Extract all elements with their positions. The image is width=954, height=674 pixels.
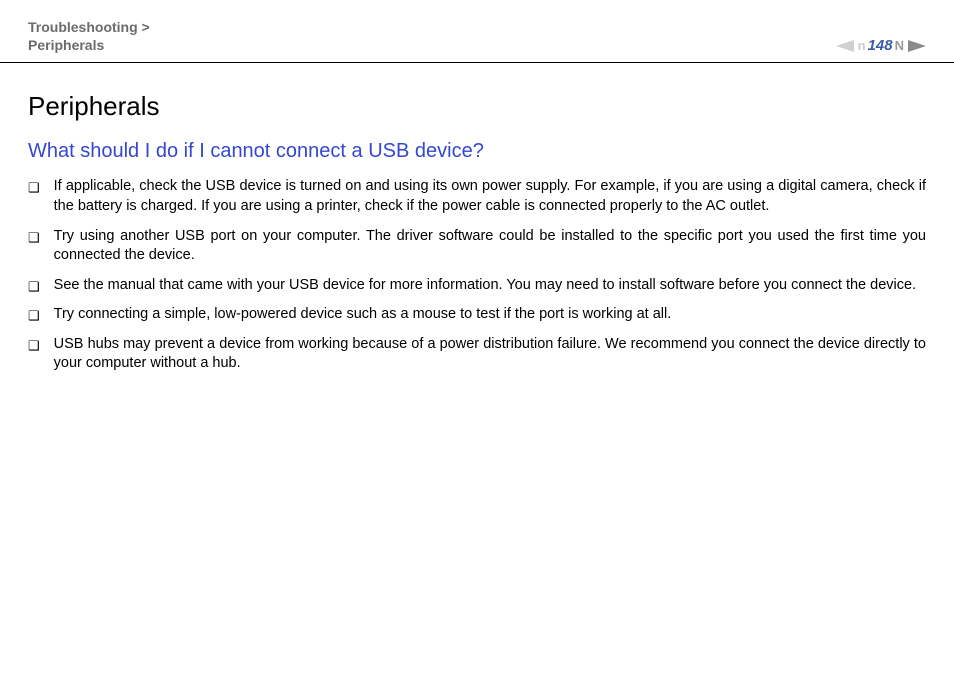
- next-page-n-label: N: [895, 38, 904, 53]
- bullet-text: USB hubs may prevent a device from worki…: [54, 335, 926, 374]
- prev-page-n-label: n: [858, 38, 866, 53]
- bullet-marker-icon: ❑: [28, 337, 40, 355]
- bullet-text: Try connecting a simple, low-powered dev…: [54, 305, 926, 325]
- list-item: ❑ If applicable, check the USB device is…: [28, 177, 926, 216]
- page-number: 148: [868, 37, 893, 54]
- list-item: ❑ USB hubs may prevent a device from wor…: [28, 335, 926, 374]
- list-item: ❑ Try using another USB port on your com…: [28, 227, 926, 266]
- page-header: Troubleshooting > Peripherals n 148 N: [0, 0, 954, 63]
- breadcrumb-current[interactable]: Peripherals: [28, 36, 150, 54]
- bullet-list: ❑ If applicable, check the USB device is…: [28, 177, 926, 374]
- page-content: Peripherals What should I do if I cannot…: [0, 63, 954, 374]
- breadcrumb-parent[interactable]: Troubleshooting >: [28, 18, 150, 36]
- list-item: ❑ Try connecting a simple, low-powered d…: [28, 305, 926, 325]
- list-item: ❑ See the manual that came with your USB…: [28, 276, 926, 296]
- bullet-text: Try using another USB port on your compu…: [54, 227, 926, 266]
- breadcrumb: Troubleshooting > Peripherals: [28, 18, 150, 54]
- bullet-marker-icon: ❑: [28, 179, 40, 197]
- section-heading: What should I do if I cannot connect a U…: [28, 140, 926, 163]
- next-page-arrow-icon[interactable]: [908, 40, 926, 52]
- bullet-marker-icon: ❑: [28, 229, 40, 247]
- page-navigation: n 148 N: [836, 37, 926, 54]
- bullet-marker-icon: ❑: [28, 307, 40, 325]
- page-title: Peripherals: [28, 91, 926, 122]
- bullet-marker-icon: ❑: [28, 278, 40, 296]
- bullet-text: If applicable, check the USB device is t…: [54, 177, 926, 216]
- prev-page-arrow-icon[interactable]: [836, 40, 854, 52]
- bullet-text: See the manual that came with your USB d…: [54, 276, 926, 296]
